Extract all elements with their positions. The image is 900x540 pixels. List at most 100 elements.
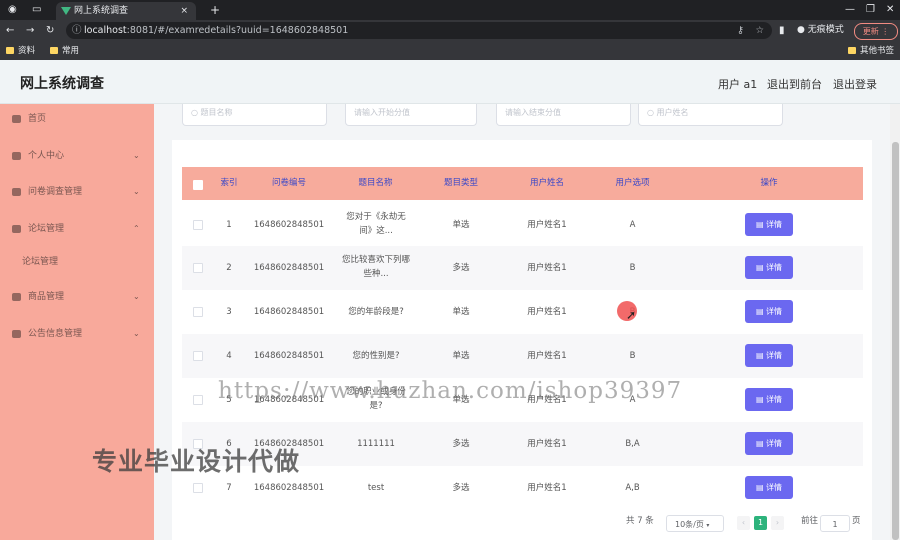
start-score-input[interactable]: 请输入开始分值 bbox=[345, 104, 477, 126]
scrollbar-thumb[interactable] bbox=[892, 142, 899, 540]
mouse-cursor-icon: ➚ bbox=[626, 308, 637, 322]
address-bar[interactable]: ⓘ localhost:8081/#/examredetails?uuid=16… bbox=[66, 22, 772, 39]
select-all-checkbox[interactable] bbox=[193, 180, 203, 190]
start-score-placeholder: 请输入开始分值 bbox=[354, 108, 410, 117]
sidebar-item-goods[interactable]: 商品管理 ⌄ bbox=[0, 287, 154, 307]
logout-link[interactable]: 退出登录 bbox=[833, 76, 877, 92]
cell-user: 用户姓名1 bbox=[527, 220, 567, 230]
end-score-input[interactable]: 请输入结束分值 bbox=[496, 104, 631, 126]
bookmark-ziliao[interactable]: 资料 bbox=[6, 42, 35, 60]
cell-no: 1648602848501 bbox=[253, 351, 325, 361]
row-checkbox[interactable] bbox=[193, 395, 203, 405]
star-icon[interactable]: ☆ bbox=[755, 22, 764, 39]
site-info-icon[interactable]: ⓘ bbox=[72, 22, 82, 39]
update-button[interactable]: 更新 ⋮ bbox=[854, 23, 898, 40]
incognito-badge[interactable]: ● 无痕模式 bbox=[797, 22, 844, 39]
next-page-button[interactable]: › bbox=[771, 516, 784, 530]
detail-button[interactable]: ▤ 详情 bbox=[745, 300, 793, 323]
search-title-placeholder: 题目名称 bbox=[200, 108, 233, 117]
row-checkbox[interactable] bbox=[193, 307, 203, 317]
col-survey-no[interactable]: 问卷编号 bbox=[245, 167, 333, 200]
table-row: 1 1648602848501 您对于《永劫无间》这... 单选 用户姓名1 A ▤ 详情 bbox=[182, 203, 863, 247]
text-watermark: 专业毕业设计代做 bbox=[92, 447, 301, 476]
sidebar-subitem-forum[interactable]: 论坛管理 bbox=[0, 252, 154, 272]
cell-type: 多选 bbox=[452, 483, 470, 493]
close-tab-icon[interactable]: × bbox=[180, 2, 188, 20]
back-icon[interactable]: ← bbox=[6, 20, 14, 42]
folder-icon bbox=[50, 47, 58, 54]
page-size-value: 10条/页 bbox=[675, 520, 704, 529]
detail-button[interactable]: ▤ 详情 bbox=[745, 388, 793, 411]
row-checkbox[interactable] bbox=[193, 483, 203, 493]
cell-no: 1648602848501 bbox=[253, 220, 325, 230]
table-row: 2 1648602848501 您比较喜欢下列哪些种... 多选 用户姓名1 B ▤ 详情 bbox=[182, 246, 863, 290]
detail-button[interactable]: ▤ 详情 bbox=[745, 256, 793, 279]
tab-title: 网上系统调查 bbox=[74, 6, 129, 16]
incognito-label: 无痕模式 bbox=[807, 25, 844, 35]
chevron-right-icon: › bbox=[775, 518, 780, 527]
cell-index: 3 bbox=[226, 307, 232, 317]
col-type[interactable]: 题目类型 bbox=[418, 167, 504, 200]
new-tab-button[interactable]: + bbox=[210, 0, 220, 20]
sidebar-item-survey[interactable]: 问卷调查管理 ⌄ bbox=[0, 182, 154, 202]
col-user[interactable]: 用户姓名 bbox=[504, 167, 590, 200]
search-user-input[interactable]: ○ 用户姓名 bbox=[638, 104, 783, 126]
row-checkbox[interactable] bbox=[193, 351, 203, 361]
other-bookmarks-label: 其他书签 bbox=[860, 46, 895, 56]
col-option[interactable]: 用户选项 bbox=[590, 167, 675, 200]
sidebar-item-forum[interactable]: 论坛管理 ⌃ bbox=[0, 219, 154, 239]
page-1-button[interactable]: 1 bbox=[754, 516, 767, 530]
window-icon[interactable]: ▭ bbox=[32, 0, 41, 20]
app-header bbox=[0, 60, 900, 104]
search-icon: ○ bbox=[647, 108, 657, 117]
reload-icon[interactable]: ↻ bbox=[46, 20, 54, 42]
detail-button[interactable]: ▤ 详情 bbox=[745, 213, 793, 236]
detail-button[interactable]: ▤ 详情 bbox=[745, 432, 793, 455]
total-count: 共 7 条 bbox=[626, 516, 654, 526]
detail-button[interactable]: ▤ 详情 bbox=[745, 344, 793, 367]
key-icon[interactable]: ⚷ bbox=[737, 22, 744, 39]
forward-icon[interactable]: → bbox=[26, 20, 34, 42]
col-question[interactable]: 题目名称 bbox=[333, 167, 418, 200]
update-label: 更新 bbox=[862, 27, 879, 36]
detail-label: 详情 bbox=[766, 263, 783, 272]
cell-index: 7 bbox=[226, 483, 232, 493]
maximize-icon[interactable]: ❐ bbox=[866, 0, 875, 20]
sidebar-item-home[interactable]: 首页 bbox=[0, 109, 154, 129]
cell-name: test bbox=[367, 483, 385, 493]
search-icon: ○ bbox=[191, 108, 201, 117]
goto-page-input[interactable]: 1 bbox=[820, 515, 850, 532]
page-size-select[interactable]: 10条/页 ▾ bbox=[666, 515, 724, 532]
detail-button[interactable]: ▤ 详情 bbox=[745, 476, 793, 499]
cell-user: 用户姓名1 bbox=[527, 263, 567, 273]
other-bookmarks[interactable]: 其他书签 bbox=[848, 42, 894, 60]
bookmark-changyong[interactable]: 常用 bbox=[50, 42, 79, 60]
globe-icon[interactable]: ◉ bbox=[8, 0, 17, 20]
sidebar-item-label: 首页 bbox=[28, 114, 47, 124]
row-checkbox[interactable] bbox=[193, 220, 203, 230]
url-watermark: https://www.huzhan.com/ishop39397 bbox=[218, 378, 683, 404]
cell-name: 您比较喜欢下列哪些种... bbox=[342, 255, 411, 279]
sidebar-item-notice[interactable]: 公告信息管理 ⌄ bbox=[0, 324, 154, 344]
browser-tab[interactable]: 网上系统调查 × bbox=[56, 2, 196, 20]
row-checkbox[interactable] bbox=[193, 263, 203, 273]
minimize-icon[interactable]: — bbox=[845, 0, 855, 20]
cell-user: 用户姓名1 bbox=[527, 483, 567, 493]
close-window-icon[interactable]: ✕ bbox=[886, 0, 894, 20]
bookmark-label: 资料 bbox=[18, 46, 36, 56]
home-icon bbox=[12, 115, 21, 123]
url-host: localhost bbox=[84, 25, 127, 36]
goods-icon bbox=[12, 293, 21, 301]
col-action: 操作 bbox=[760, 178, 778, 188]
sidebar-item-personal[interactable]: 个人中心 ⌄ bbox=[0, 146, 154, 166]
col-index[interactable]: 索引 bbox=[213, 167, 245, 200]
prev-page-button[interactable]: ‹ bbox=[737, 516, 750, 530]
search-title-input[interactable]: ○ 题目名称 bbox=[182, 104, 327, 126]
bookmark-label: 常用 bbox=[62, 46, 80, 56]
sidepanel-icon[interactable]: ▮ bbox=[779, 20, 785, 42]
chevron-up-icon: ⌃ bbox=[133, 224, 140, 233]
survey-icon bbox=[12, 188, 21, 196]
back-to-front-link[interactable]: 退出到前台 bbox=[767, 76, 822, 92]
sidebar-item-label: 论坛管理 bbox=[22, 257, 59, 267]
user-icon bbox=[12, 152, 21, 160]
